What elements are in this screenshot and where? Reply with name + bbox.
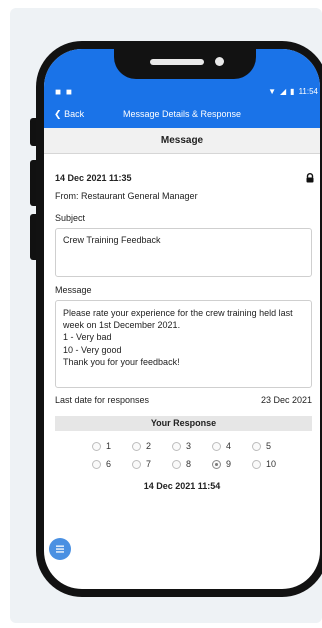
rating-option-3[interactable]: 3 xyxy=(172,440,191,452)
subject-text: Crew Training Feedback xyxy=(63,235,161,245)
rating-option-4[interactable]: 4 xyxy=(212,440,231,452)
phone-notch xyxy=(114,49,256,79)
front-camera xyxy=(215,57,224,66)
radio-button[interactable] xyxy=(132,441,141,451)
radio-button[interactable] xyxy=(92,441,101,451)
message-line: week on 1st December 2021. xyxy=(63,320,181,331)
menu-icon xyxy=(56,545,64,553)
radio-button[interactable] xyxy=(172,459,181,469)
notification-icons: ■ ■ xyxy=(55,87,73,98)
radio-button[interactable] xyxy=(252,441,261,451)
battery-icon: ▮ xyxy=(290,87,295,96)
radio-button-selected[interactable] xyxy=(212,459,221,469)
phone-frame: ■ ■ ▼ ◢ ▮ 11:54 ❮ Back Message Details &… xyxy=(36,41,322,597)
menu-fab-button[interactable] xyxy=(49,538,71,560)
rating-label: 3 xyxy=(186,441,192,451)
rating-option-2[interactable]: 2 xyxy=(132,440,151,452)
message-line: 1 - Very bad xyxy=(63,332,112,343)
rating-label: 2 xyxy=(146,441,152,451)
rating-option-6[interactable]: 6 xyxy=(92,458,111,470)
rating-label: 10 xyxy=(266,459,277,469)
clock: 11:54 xyxy=(298,87,318,96)
radio-button[interactable] xyxy=(132,459,141,469)
section-title: Message xyxy=(44,128,320,154)
message-label: Message xyxy=(55,285,92,295)
message-line: Thank you for your feedback! xyxy=(63,356,180,367)
radio-button[interactable] xyxy=(252,459,261,469)
last-date-value: 23 Dec 2021 xyxy=(260,395,312,405)
message-body: Please rate your experience for the crew… xyxy=(55,300,312,388)
subject-label: Subject xyxy=(55,213,86,223)
rating-label: 5 xyxy=(266,441,272,451)
rating-label: 6 xyxy=(106,459,112,469)
phone-screen: ■ ■ ▼ ◢ ▮ 11:54 ❮ Back Message Details &… xyxy=(44,49,320,589)
rating-option-5[interactable]: 5 xyxy=(252,440,271,452)
rating-option-8[interactable]: 8 xyxy=(172,458,191,470)
rating-label: 4 xyxy=(226,441,232,451)
status-bar: ■ ■ ▼ ◢ ▮ 11:54 xyxy=(44,87,320,101)
rating-label: 8 xyxy=(186,459,192,469)
page-title: Message Details & Response xyxy=(122,109,242,119)
response-timestamp: 14 Dec 2021 11:54 xyxy=(143,481,221,491)
radio-button[interactable] xyxy=(172,441,181,451)
rating-option-7[interactable]: 7 xyxy=(132,458,151,470)
wifi-icon: ▼ xyxy=(268,87,276,96)
signal-icon: ◢ xyxy=(280,87,287,96)
rating-label: 7 xyxy=(146,459,152,469)
rating-option-10[interactable]: 10 xyxy=(252,458,276,470)
message-line: 10 - Very good xyxy=(63,344,122,355)
radio-button[interactable] xyxy=(212,441,221,451)
radio-button[interactable] xyxy=(92,459,101,469)
message-line: Please rate your experience for the crew… xyxy=(63,308,293,318)
speaker-grille xyxy=(150,59,204,65)
rating-option-9[interactable]: 9 xyxy=(212,458,231,470)
status-right: ▼ ◢ ▮ 11:54 xyxy=(268,87,318,96)
response-header: Your Response xyxy=(55,416,312,431)
rating-label: 1 xyxy=(106,441,112,451)
nav-bar: ❮ Back Message Details & Response xyxy=(44,107,320,123)
subject-field: Crew Training Feedback xyxy=(55,228,312,277)
last-date-label: Last date for responses xyxy=(55,395,150,405)
message-datetime: 14 Dec 2021 11:35 xyxy=(55,173,132,183)
rating-option-1[interactable]: 1 xyxy=(92,440,111,452)
message-sender: From: Restaurant General Manager xyxy=(55,191,198,201)
lock-icon xyxy=(306,173,314,183)
rating-label: 9 xyxy=(226,459,232,469)
